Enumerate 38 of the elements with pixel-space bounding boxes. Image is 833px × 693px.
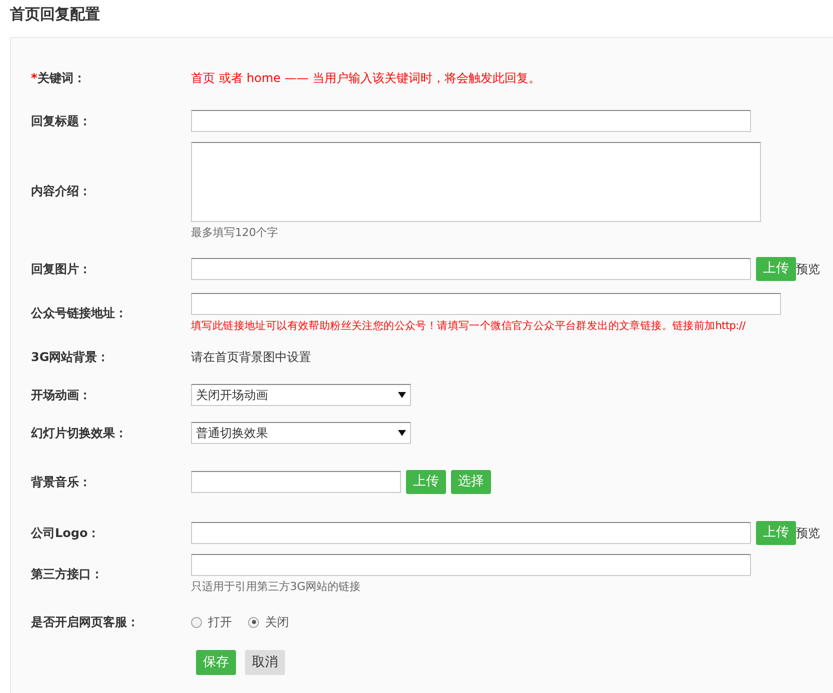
input-field[interactable] (191, 293, 781, 315)
field-label: 关键词： (37, 70, 86, 84)
dropdown[interactable]: 普通切换效果 (191, 422, 411, 444)
input-field[interactable] (191, 522, 751, 544)
input-field[interactable] (191, 110, 751, 132)
field-label: 公司Logo： (31, 526, 100, 540)
warning-text: 填写此链接地址可以有效帮助粉丝关注您的公众号！请填写一个微信官方公众平台群发出的文章链接。链接前加http:// (191, 319, 746, 333)
radio-label: 关闭 (265, 614, 289, 630)
field-label: 内容介绍： (31, 184, 91, 198)
field-label: 开场动画： (31, 388, 91, 402)
field-label: 是否开启网页客服： (31, 614, 139, 628)
field-label: 3G网站背景： (31, 350, 110, 364)
page-title: 首页回复配置 (9, 4, 101, 25)
radio-option[interactable]: 打开 (191, 614, 232, 630)
field-label: 第三方接口： (31, 566, 103, 580)
field-label: 背景音乐： (31, 474, 91, 488)
preview-link[interactable]: 预览 (796, 524, 820, 542)
keyword-note: 首页 或者 home —— 当用户输入该关键词时，将会触发此回复。 (191, 70, 540, 84)
dropdown[interactable]: 关闭开场动画 (191, 384, 411, 406)
field-label: 公众号链接地址： (31, 306, 127, 320)
hint-text: 最多填写120个字 (191, 225, 279, 240)
input-field[interactable] (191, 471, 401, 493)
field-label: 回复图片： (31, 262, 91, 276)
hint-text: 只适用于引用第三方3G网站的链接 (191, 579, 362, 594)
radio-button[interactable] (248, 616, 259, 628)
input-field[interactable] (191, 554, 751, 576)
info-text: 请在首页背景图中设置 (191, 350, 311, 364)
caret-icon (398, 430, 406, 436)
required-mark: * (31, 70, 38, 84)
radio-label: 打开 (208, 614, 232, 630)
radio-button[interactable] (191, 616, 202, 628)
cancel-button[interactable]: 取消 (245, 650, 285, 675)
field-label: 回复标题： (31, 114, 91, 128)
field-label: 幻灯片切换效果： (31, 426, 127, 440)
caret-icon (398, 392, 406, 398)
radio-option[interactable]: 关闭 (248, 614, 289, 630)
preview-link[interactable]: 预览 (796, 260, 820, 278)
input-field[interactable] (191, 258, 751, 280)
